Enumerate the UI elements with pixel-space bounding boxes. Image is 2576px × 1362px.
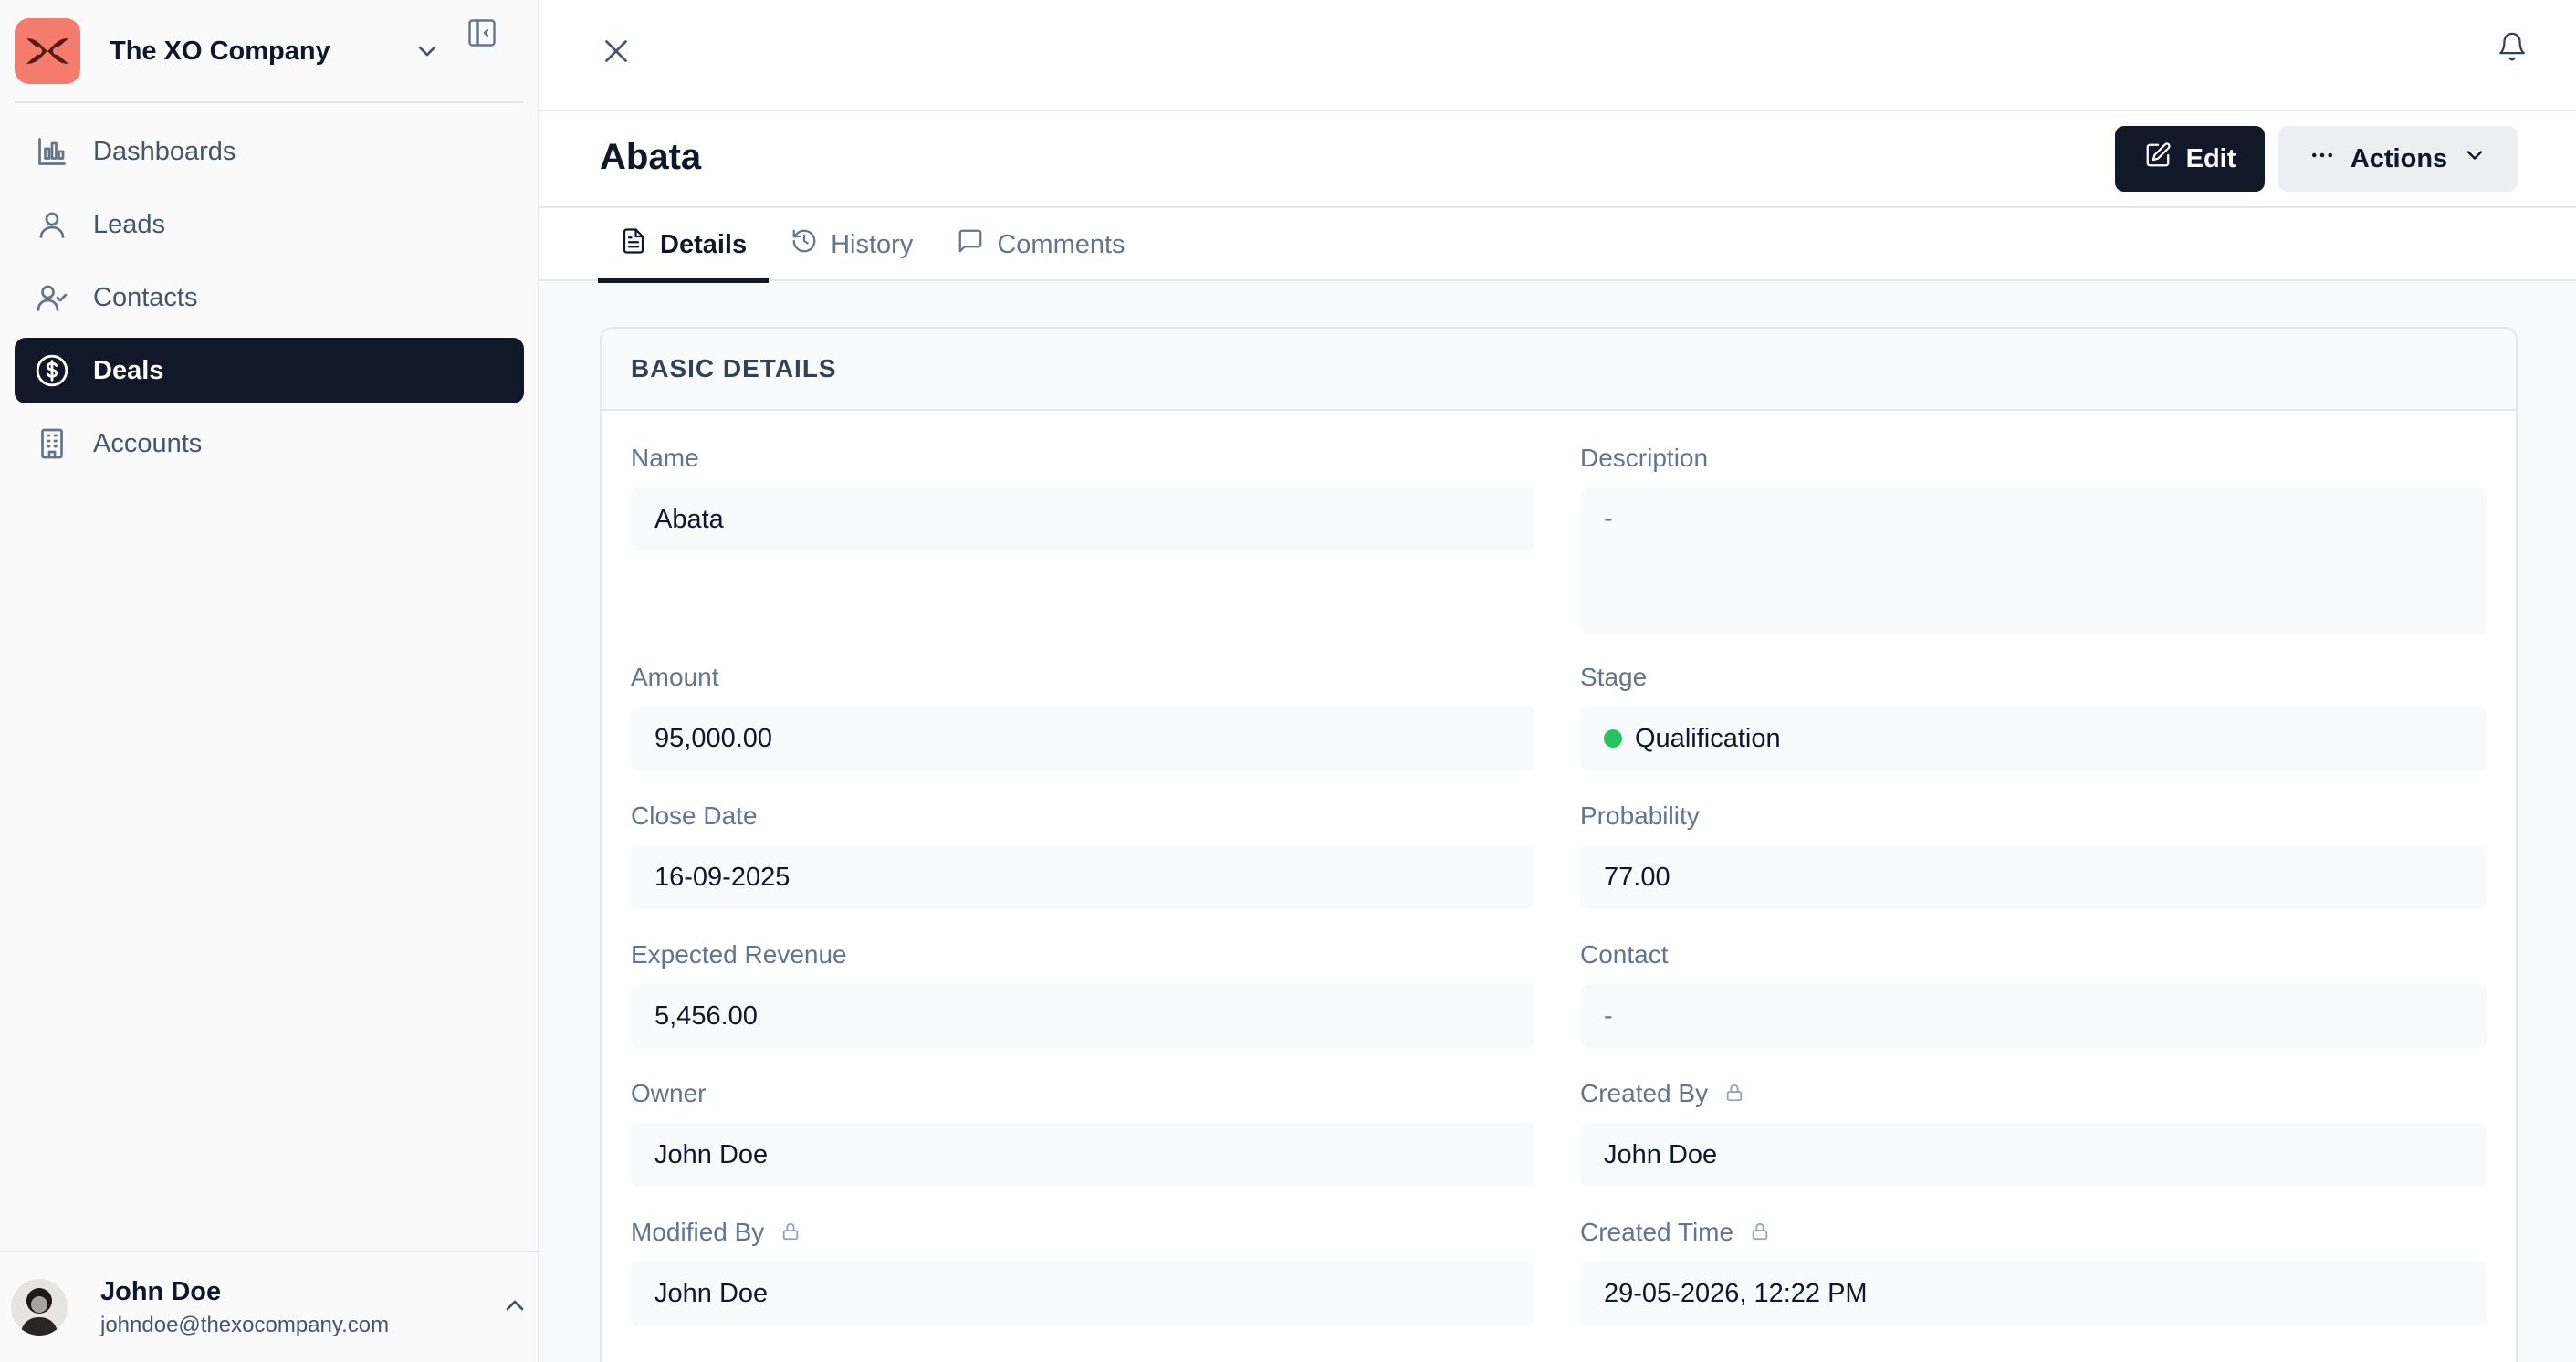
field-amount: Amount 95,000.00 (631, 661, 1534, 770)
card-header: BASIC DETAILS (602, 329, 2516, 411)
contact-value[interactable]: - (1580, 984, 2487, 1048)
sidebar-item-label: Deals (93, 355, 164, 385)
field-name: Name Abata (631, 442, 1534, 551)
tabs-bar: Details History Comments (539, 208, 2576, 283)
top-bar (539, 0, 2576, 111)
sidebar-item-label: Accounts (93, 428, 203, 458)
user-name: John Doe (100, 1276, 222, 1306)
actions-button[interactable]: Actions (2278, 126, 2518, 192)
close-icon[interactable] (600, 35, 633, 68)
description-value[interactable]: - (1580, 487, 2487, 634)
field-created-by: Created By John Doe (1580, 1077, 2487, 1187)
file-text-icon (620, 227, 647, 262)
modified-by-value: John Doe (631, 1262, 1534, 1325)
field-owner: Owner John Doe (631, 1077, 1534, 1187)
bell-icon[interactable] (2497, 31, 2529, 64)
avatar (11, 1279, 68, 1336)
probability-value[interactable]: 77.00 (1580, 845, 2487, 909)
field-label: Stage (1580, 663, 1648, 691)
field-label: Contact (1580, 940, 1669, 969)
sidebar: The XO Company Dashboards Leads Contacts… (0, 0, 539, 1362)
field-label: Amount (631, 663, 719, 691)
org-name: The XO Company (110, 36, 330, 66)
actions-button-label: Actions (2350, 143, 2448, 173)
lock-icon (1750, 1221, 1772, 1244)
bar-chart-icon (35, 134, 69, 169)
field-modified-by: Modified By John Doe (631, 1216, 1534, 1325)
field-label: Close Date (631, 801, 758, 830)
field-contact: Contact - (1580, 938, 2487, 1048)
sidebar-item-deals[interactable]: Deals (15, 338, 524, 403)
sidebar-nav: Dashboards Leads Contacts Deals Accounts (15, 119, 524, 484)
tab-label: Comments (997, 229, 1126, 259)
user-email: johndoe@thexocompany.com (100, 1312, 390, 1337)
owner-value[interactable]: John Doe (631, 1123, 1534, 1187)
sidebar-item-label: Contacts (93, 282, 198, 312)
message-square-icon (957, 227, 984, 262)
created-by-value: John Doe (1580, 1123, 2487, 1187)
field-label: Description (1580, 444, 1709, 472)
chevron-down-icon (413, 37, 442, 66)
tab-history[interactable]: History (769, 208, 935, 281)
chevron-up-icon (500, 1291, 529, 1320)
field-close-date: Close Date 16-09-2025 (631, 800, 1534, 909)
tab-label: History (831, 229, 914, 259)
field-label: Created By (1580, 1077, 2487, 1110)
field-label: Expected Revenue (631, 940, 847, 969)
name-value[interactable]: Abata (631, 487, 1534, 551)
sidebar-item-dashboards[interactable]: Dashboards (15, 119, 524, 184)
field-created-time: Created Time 29-05-2026, 12:22 PM (1580, 1216, 2487, 1325)
amount-value[interactable]: 95,000.00 (631, 707, 1534, 770)
tab-label: Details (660, 229, 748, 259)
history-icon (791, 227, 818, 262)
user-icon (35, 207, 69, 242)
field-label: Owner (631, 1079, 707, 1107)
field-label: Modified By (631, 1216, 1534, 1249)
sidebar-item-accounts[interactable]: Accounts (15, 411, 524, 477)
app-root: The XO Company Dashboards Leads Contacts… (0, 0, 2576, 1362)
org-switcher[interactable]: The XO Company (15, 18, 526, 84)
sidebar-item-label: Leads (93, 209, 166, 239)
user-check-icon (35, 280, 69, 315)
sidebar-divider (15, 101, 523, 103)
sidebar-item-contacts[interactable]: Contacts (15, 265, 524, 330)
field-expected-revenue: Expected Revenue 5,456.00 (631, 938, 1534, 1048)
page-title: Abata (600, 137, 702, 177)
field-stage: Stage Qualification (1580, 661, 2487, 770)
stage-status-dot (1604, 729, 1622, 748)
field-label: Name (631, 444, 699, 472)
tab-details[interactable]: Details (598, 208, 770, 283)
collapse-sidebar-icon[interactable] (466, 16, 498, 49)
sidebar-item-label: Dashboards (93, 136, 236, 166)
field-label: Probability (1580, 801, 1700, 830)
building-icon (35, 426, 69, 461)
user-menu[interactable]: John Doe johndoe@thexocompany.com (0, 1251, 538, 1362)
edit-icon (2144, 141, 2172, 176)
field-description: Description - (1580, 442, 2487, 634)
edit-button-label: Edit (2185, 143, 2236, 173)
org-logo (15, 18, 80, 84)
tabs: Details History Comments (598, 208, 1147, 283)
tab-comments[interactable]: Comments (935, 208, 1147, 281)
dollar-circle-icon (35, 353, 69, 388)
created-time-value: 29-05-2026, 12:22 PM (1580, 1262, 2487, 1325)
basic-details-card: BASIC DETAILS Name Abata Description - A… (600, 327, 2518, 1362)
stage-value[interactable]: Qualification (1580, 707, 2487, 770)
sidebar-item-leads[interactable]: Leads (15, 192, 524, 257)
field-label: Created Time (1580, 1216, 2487, 1249)
section-title: BASIC DETAILS (631, 354, 837, 382)
lock-icon (1724, 1082, 1746, 1105)
chevron-down-icon (2462, 142, 2487, 175)
expected-revenue-value[interactable]: 5,456.00 (631, 984, 1534, 1048)
stage-text: Qualification (1635, 723, 1781, 753)
main-panel: Abata Edit Actions Details History Comme… (539, 0, 2576, 1362)
more-horizontal-icon (2309, 141, 2336, 176)
record-header: Abata Edit Actions (539, 111, 2576, 208)
close-date-value[interactable]: 16-09-2025 (631, 845, 1534, 909)
edit-button[interactable]: Edit (2115, 126, 2265, 192)
field-probability: Probability 77.00 (1580, 800, 2487, 909)
user-info: John Doe johndoe@thexocompany.com (100, 1277, 389, 1338)
lock-icon (780, 1221, 802, 1244)
